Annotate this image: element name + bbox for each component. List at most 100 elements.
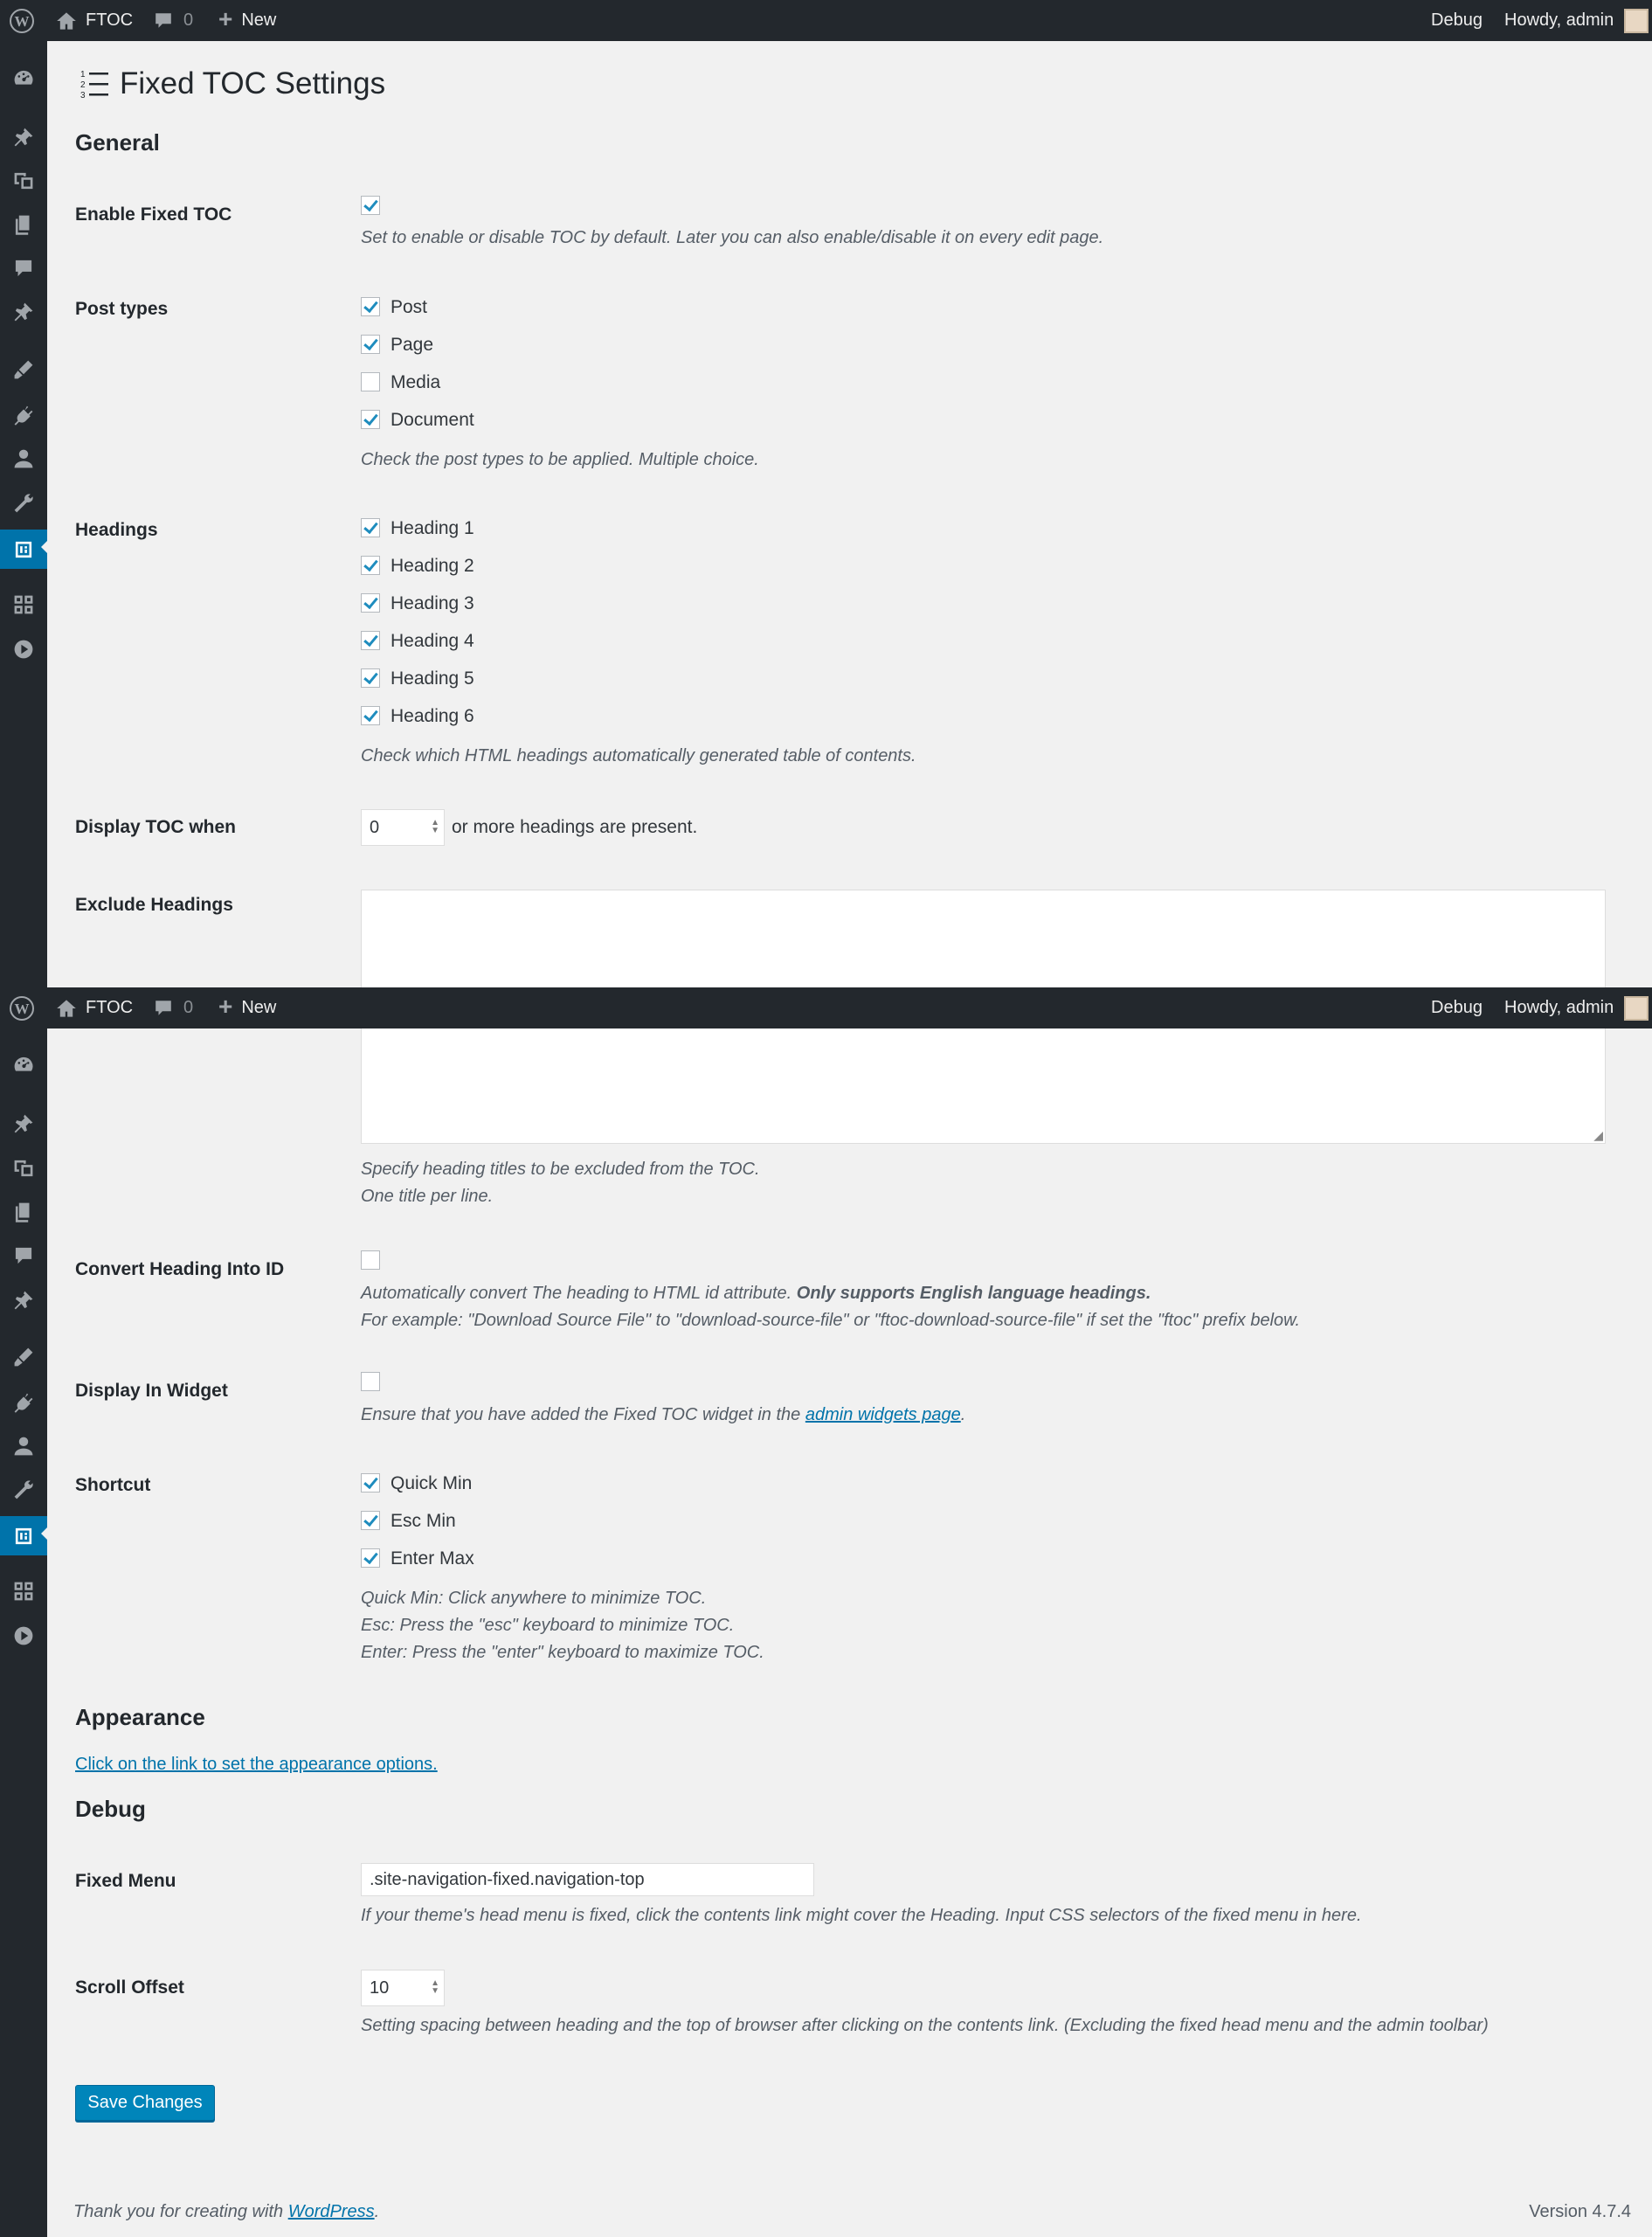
heading-3-label: Heading 3: [391, 593, 474, 613]
users-icon[interactable]: [0, 441, 47, 476]
save-changes-button[interactable]: Save Changes: [75, 2085, 215, 2121]
appearance-icon[interactable]: [0, 352, 47, 387]
plugins-icon[interactable]: [0, 1385, 47, 1420]
post-type-document-checkbox[interactable]: [361, 410, 380, 429]
fixed-menu-value: .site-navigation-fixed.navigation-top: [370, 1869, 645, 1889]
media-icon[interactable]: [0, 1151, 47, 1186]
number-spinner-icon[interactable]: ▲ ▼: [431, 1979, 439, 1996]
appearance-icon[interactable]: [0, 1340, 47, 1375]
grid-icon[interactable]: [0, 587, 47, 622]
heading-2-checkbox[interactable]: [361, 556, 380, 575]
post-type-page-label: Page: [391, 335, 434, 355]
new-content-link[interactable]: + New: [218, 0, 276, 41]
debug-link[interactable]: Debug: [1431, 987, 1483, 1028]
section-appearance-heading: Appearance: [75, 1704, 205, 1730]
debug-link[interactable]: Debug: [1431, 0, 1483, 41]
heading-6-checkbox[interactable]: [361, 706, 380, 725]
account-menu[interactable]: Howdy, admin: [1504, 987, 1649, 1028]
exclude-headings-textarea-continued[interactable]: ◢: [361, 1028, 1606, 1144]
display-toc-when-number-input[interactable]: 0 ▲ ▼: [361, 809, 445, 846]
exclude-headings-textarea[interactable]: [361, 890, 1606, 987]
tools-icon[interactable]: [0, 486, 47, 521]
howdy-label: Howdy, admin: [1504, 998, 1614, 1017]
post-type-post-checkbox[interactable]: [361, 297, 380, 316]
plugins-icon[interactable]: [0, 398, 47, 433]
fixed-toc-icon[interactable]: [0, 530, 48, 569]
shortcut-label: Shortcut: [75, 1475, 151, 1495]
appearance-options-link[interactable]: Click on the link to set the appearance …: [75, 1755, 438, 1775]
resize-handle-icon[interactable]: ◢: [1593, 1128, 1603, 1143]
pin-icon[interactable]: [0, 294, 47, 329]
site-home-link[interactable]: FTOC: [56, 0, 133, 41]
svg-text:2: 2: [80, 80, 86, 90]
display-in-widget-label: Display In Widget: [75, 1381, 228, 1401]
post-type-page-checkbox[interactable]: [361, 335, 380, 354]
new-label: New: [241, 998, 277, 1017]
home-icon: [57, 999, 76, 1017]
site-home-link[interactable]: FTOC: [56, 987, 133, 1028]
footer-thanks-text: Thank you for creating with: [73, 2202, 284, 2221]
exclude-headings-label: Exclude Headings: [75, 895, 233, 915]
comments-icon[interactable]: [0, 251, 47, 286]
comments-count: 0: [183, 10, 194, 30]
comments-link[interactable]: 0: [154, 987, 193, 1028]
footer-version: Version 4.7.4: [1529, 2202, 1631, 2221]
heading-1-checkbox[interactable]: [361, 518, 380, 537]
fixed-menu-label: Fixed Menu: [75, 1871, 176, 1891]
wordpress-logo-icon[interactable]: W: [9, 0, 35, 41]
site-name: FTOC: [86, 10, 134, 30]
play-icon[interactable]: [0, 1618, 47, 1653]
post-type-post-label: Post: [391, 297, 428, 317]
display-in-widget-checkbox[interactable]: [361, 1372, 380, 1391]
new-content-link[interactable]: + New: [218, 987, 276, 1028]
comments-icon[interactable]: [0, 1238, 47, 1273]
shortcut-quick-min-checkbox[interactable]: [361, 1473, 380, 1492]
posts-icon[interactable]: [0, 1106, 47, 1141]
admin-widgets-page-link[interactable]: admin widgets page: [805, 1405, 961, 1424]
scroll-offset-label: Scroll Offset: [75, 1977, 184, 1998]
enable-fixed-toc-description: Set to enable or disable TOC by default.…: [361, 228, 1104, 247]
grid-icon[interactable]: [0, 1574, 47, 1609]
footer-thanks-after: .: [374, 2202, 380, 2221]
heading-4-label: Heading 4: [391, 631, 474, 651]
number-spinner-icon[interactable]: ▲ ▼: [431, 819, 439, 835]
section-general-heading: General: [75, 129, 160, 156]
avatar: [1624, 8, 1649, 33]
post-type-media-checkbox[interactable]: [361, 372, 380, 391]
pages-icon[interactable]: [0, 207, 47, 242]
convert-heading-id-checkbox[interactable]: [361, 1250, 380, 1270]
home-icon: [57, 11, 76, 30]
display-toc-when-suffix: or more headings are present.: [452, 817, 698, 837]
shortcut-enter-max-checkbox[interactable]: [361, 1548, 380, 1568]
dashboard-icon[interactable]: [0, 1048, 47, 1083]
posts-icon[interactable]: [0, 120, 47, 155]
users-icon[interactable]: [0, 1429, 47, 1464]
fixed-menu-input[interactable]: .site-navigation-fixed.navigation-top: [361, 1863, 814, 1896]
headings-label: Headings: [75, 520, 158, 540]
heading-6-label: Heading 6: [391, 706, 474, 726]
heading-5-label: Heading 5: [391, 668, 474, 689]
fixed-toc-icon[interactable]: [0, 1516, 48, 1555]
account-menu[interactable]: Howdy, admin: [1504, 0, 1649, 41]
scroll-offset-number-input[interactable]: 10 ▲ ▼: [361, 1970, 445, 2006]
enable-fixed-toc-checkbox[interactable]: [361, 196, 380, 215]
shortcut-description-line3: Enter: Press the "enter" keyboard to max…: [361, 1643, 764, 1662]
shortcut-description-line1: Quick Min: Click anywhere to minimize TO…: [361, 1589, 707, 1608]
dashboard-icon[interactable]: [0, 61, 47, 96]
heading-4-checkbox[interactable]: [361, 631, 380, 650]
page-title: Fixed TOC Settings: [120, 66, 386, 100]
heading-5-checkbox[interactable]: [361, 668, 380, 688]
tools-icon[interactable]: [0, 1472, 47, 1507]
display-in-widget-desc-before: Ensure that you have added the Fixed TOC…: [361, 1405, 801, 1424]
play-icon[interactable]: [0, 632, 47, 667]
heading-3-checkbox[interactable]: [361, 593, 380, 613]
convert-heading-id-label: Convert Heading Into ID: [75, 1259, 285, 1279]
media-icon[interactable]: [0, 163, 47, 198]
pin-icon[interactable]: [0, 1283, 47, 1318]
pages-icon[interactable]: [0, 1195, 47, 1229]
comments-link[interactable]: 0: [154, 0, 193, 41]
wordpress-logo-icon[interactable]: W: [9, 987, 35, 1028]
toc-settings-icon: 123: [80, 68, 110, 100]
wordpress-link[interactable]: WordPress: [288, 2202, 375, 2221]
shortcut-esc-min-checkbox[interactable]: [361, 1511, 380, 1530]
